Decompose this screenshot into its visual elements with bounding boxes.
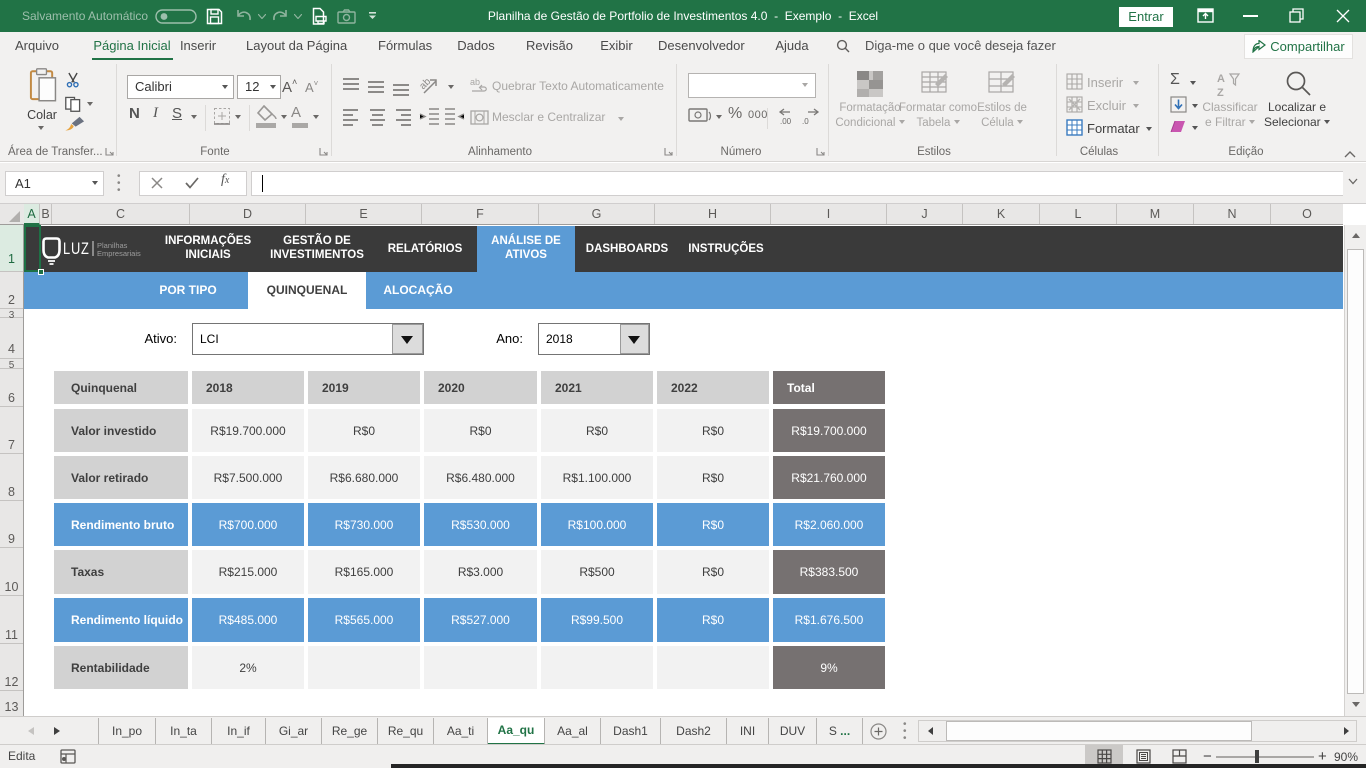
svg-text:ab: ab bbox=[420, 76, 433, 92]
svg-text:ab: ab bbox=[470, 77, 480, 87]
svg-text:A: A bbox=[1217, 73, 1225, 85]
svg-text:.00: .00 bbox=[780, 117, 792, 125]
svg-text:.0: .0 bbox=[802, 117, 809, 125]
svg-text:Z: Z bbox=[1217, 87, 1224, 98]
